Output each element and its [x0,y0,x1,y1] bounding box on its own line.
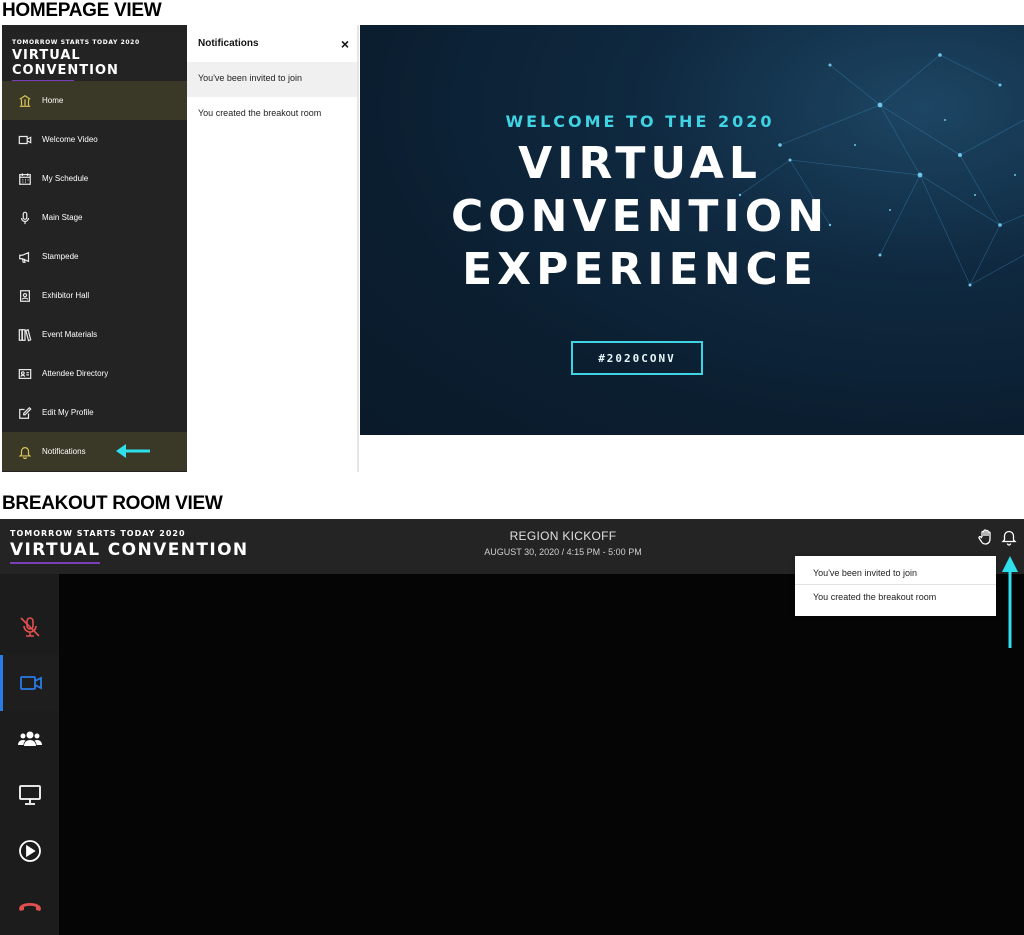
play-icon [18,840,41,862]
sidebar-item-label: Edit My Profile [42,408,94,417]
sidebar-item-label: Exhibitor Hall [42,291,90,300]
logo-name: VIRTUAL CONVENTION [10,540,249,560]
video-area[interactable] [59,574,1024,935]
room-date: AUGUST 30, 2020 / 4:15 PM - 5:00 PM [484,547,642,557]
sidebar-item-label: Stampede [42,252,79,261]
books-icon [17,327,33,343]
logo: TOMORROW STARTS TODAY 2020 VIRTUAL CONVE… [12,39,187,82]
logo-tagline: TOMORROW STARTS TODAY 2020 [10,529,186,538]
participants-icon [17,731,42,746]
sidebar-item-my-schedule[interactable]: My Schedule [2,159,187,198]
raise-hand-icon[interactable] [977,528,995,546]
breakout-room-view: TOMORROW STARTS TODAY 2020 VIRTUAL CONVE… [0,519,1024,935]
hang-up-icon [18,903,41,911]
screen-share-icon [18,785,41,805]
muted-microphone-icon [19,617,40,637]
participants-button[interactable] [0,711,59,767]
annotation-arrow-left [116,444,150,458]
screen-share-button[interactable] [0,767,59,823]
sidebar-item-main-stage[interactable]: Main Stage [2,198,187,237]
notifications-title: Notifications [198,38,259,49]
room-title: REGION KICKOFF [509,529,617,543]
hero-title-line3: EXPERIENCE [462,244,818,295]
sidebar-item-edit-my-profile[interactable]: Edit My Profile [2,393,187,432]
hero-title-line1: VIRTUAL [518,138,762,189]
notification-item[interactable]: You've been invited to join [795,561,996,585]
hashtag-box: #2020CONV [571,341,703,375]
sidebar-item-label: Event Materials [42,330,98,339]
logo-underline [10,562,100,564]
sidebar-item-label: Main Stage [42,213,83,222]
sidebar-item-label: My Schedule [42,174,89,183]
sidebar: TOMORROW STARTS TODAY 2020 VIRTUAL CONVE… [2,25,187,472]
sidebar-item-home[interactable]: Home [2,81,187,120]
contact-card-icon [17,366,33,382]
close-icon[interactable]: × [341,36,349,52]
notifications-header: Notifications × [187,25,357,62]
hero-subtitle: WELCOME TO THE 2020 [505,112,775,131]
call-controls-sidebar [0,574,59,935]
sidebar-item-label: Welcome Video [42,135,98,144]
sidebar-item-welcome-video[interactable]: Welcome Video [2,120,187,159]
video-camera-icon [20,676,42,690]
sidebar-item-exhibitor-hall[interactable]: Exhibitor Hall [2,276,187,315]
badge-icon [17,288,33,304]
sidebar-item-label: Notifications [42,447,86,456]
video-icon [17,132,33,148]
hang-up-button[interactable] [0,879,59,935]
hero-banner: WELCOME TO THE 2020 VIRTUAL CONVENTION E… [360,25,1024,435]
calendar-icon [17,171,33,187]
bell-icon[interactable] [1000,528,1018,546]
notifications-dropdown: You've been invited to join You created … [795,556,996,616]
notification-item[interactable]: You've been invited to join [187,62,357,97]
megaphone-icon [17,249,33,265]
microphone-icon [17,210,33,226]
sidebar-item-event-materials[interactable]: Event Materials [2,315,187,354]
breakout-view-label: BREAKOUT ROOM VIEW [2,493,223,514]
logo-name: VIRTUAL CONVENTION [12,48,119,78]
video-button[interactable] [0,655,59,711]
notifications-panel: Notifications × You've been invited to j… [187,25,359,472]
logo: TOMORROW STARTS TODAY 2020 VIRTUAL CONVE… [10,529,249,564]
sidebar-nav: Home Welcome Video My Schedule Main Stag… [2,81,187,471]
homepage-view: TOMORROW STARTS TODAY 2020 VIRTUAL CONVE… [0,0,1024,480]
hero-title-line2: CONVENTION [450,191,830,242]
bell-icon [17,444,33,460]
notification-item[interactable]: You created the breakout room [795,585,996,609]
edit-icon [17,405,33,421]
sidebar-item-label: Home [42,96,64,105]
home-icon [17,93,33,109]
annotation-arrow-up [1002,556,1018,648]
sidebar-item-stampede[interactable]: Stampede [2,237,187,276]
play-button[interactable] [0,823,59,879]
sidebar-item-attendee-directory[interactable]: Attendee Directory [2,354,187,393]
notification-item[interactable]: You created the breakout room [187,97,357,129]
mute-button[interactable] [0,599,59,655]
sidebar-item-label: Attendee Directory [42,369,109,378]
sidebar-item-notifications[interactable]: Notifications [2,432,187,471]
logo-tagline: TOMORROW STARTS TODAY 2020 [12,39,140,46]
